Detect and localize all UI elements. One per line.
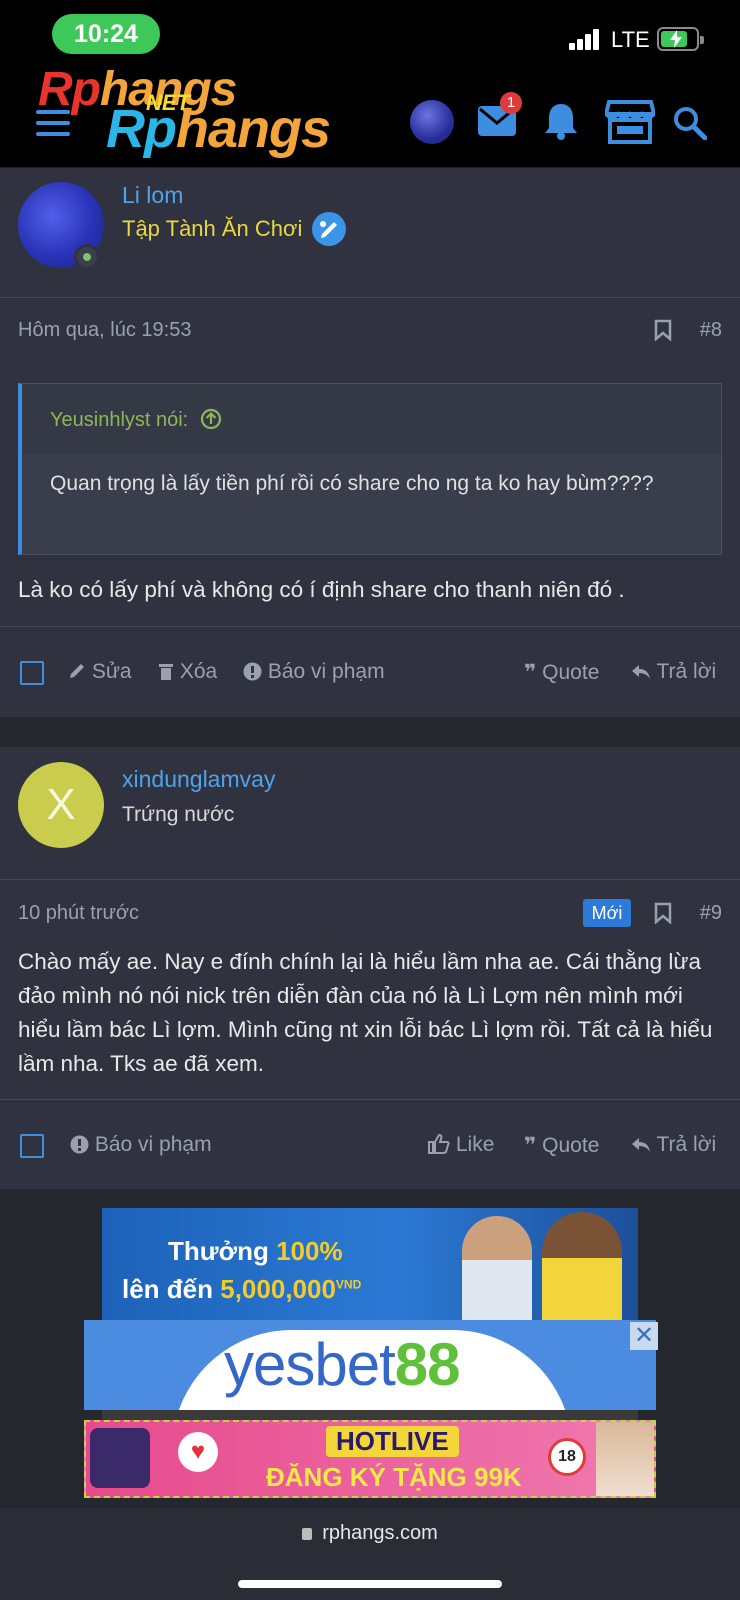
yesbet-banner-ad[interactable]: yesbet88 xyxy=(84,1320,656,1410)
post-separator xyxy=(0,717,740,747)
author-avatar[interactable]: X xyxy=(18,762,104,848)
quote-icon: ❞ xyxy=(524,661,537,684)
status-time: 10:24 xyxy=(52,14,160,54)
model-image xyxy=(596,1422,654,1496)
url-text: rphangs.com xyxy=(322,1522,438,1544)
reply-icon xyxy=(632,1138,650,1152)
post-author-block: Li lom Tập Tành Ăn Chơi xyxy=(0,168,740,298)
hotlive-logo-icon xyxy=(90,1428,150,1488)
new-badge: Mới xyxy=(583,899,631,927)
site-header: Rphangs Rphangs NET 1 xyxy=(0,63,740,168)
post-body: Chào mấy ae. Nay e đính chính lại là hiể… xyxy=(18,949,713,1076)
store-icon[interactable] xyxy=(605,100,655,144)
quote-button[interactable]: ❞ Quote xyxy=(524,660,599,685)
trash-icon xyxy=(159,664,173,680)
like-button[interactable]: Like xyxy=(428,1133,494,1157)
bell-icon[interactable] xyxy=(544,102,578,140)
select-checkbox[interactable] xyxy=(20,661,44,685)
user-avatar[interactable] xyxy=(410,100,454,144)
url-display[interactable]: rphangs.com xyxy=(0,1522,740,1545)
alert-icon xyxy=(243,662,262,681)
post-timestamp[interactable]: 10 phút trước xyxy=(18,902,139,925)
post-number[interactable]: #9 xyxy=(700,902,722,925)
quote-author[interactable]: Yeusinhlyst nói: xyxy=(50,408,222,432)
search-icon[interactable] xyxy=(673,106,707,140)
browser-address-bar[interactable]: rphangs.com xyxy=(0,1508,740,1600)
heart-icon: ♥ xyxy=(178,1432,218,1472)
notification-badge: 1 xyxy=(500,92,522,114)
alert-icon xyxy=(70,1135,89,1154)
online-status-icon xyxy=(74,244,100,270)
author-username[interactable]: xindunglamvay xyxy=(122,766,275,793)
report-button[interactable]: Báo vi phạm xyxy=(70,1133,212,1157)
pencil-icon xyxy=(70,664,84,678)
signal-icon xyxy=(569,28,601,50)
lock-icon xyxy=(302,1528,313,1540)
yesbet-logo: yesbet88 xyxy=(224,1331,461,1398)
thumbs-up-icon xyxy=(428,1133,450,1154)
promo-banner-ad[interactable]: Thưởng 100% lên đến 5,000,000VND xyxy=(102,1208,638,1320)
edit-button[interactable]: Sửa xyxy=(68,660,132,684)
player-image xyxy=(462,1216,532,1320)
player-image xyxy=(542,1212,622,1320)
post-number[interactable]: #8 xyxy=(700,319,722,342)
divider xyxy=(0,879,740,880)
hotlive-banner-ad[interactable]: ♥ HOTLIVE ĐĂNG KÝ TẶNG 99K 18 xyxy=(84,1420,656,1498)
author-title: Tập Tành Ăn Chơi xyxy=(122,216,303,241)
ad-strip xyxy=(102,1410,638,1420)
quote-text: Quan trọng là lấy tiền phí rồi có share … xyxy=(22,454,721,554)
quote-block: Yeusinhlyst nói: Quan trọng là lấy tiền … xyxy=(18,383,722,555)
arrow-up-circle-icon[interactable] xyxy=(200,408,222,430)
close-icon[interactable]: ✕ xyxy=(630,1322,658,1350)
reply-button[interactable]: Trả lời xyxy=(631,660,716,684)
author-username[interactable]: Li lom xyxy=(122,182,183,209)
quote-button[interactable]: ❞ Quote xyxy=(524,1133,599,1158)
select-checkbox[interactable] xyxy=(20,1134,44,1158)
verified-icon xyxy=(312,212,346,246)
post-timestamp[interactable]: Hôm qua, lúc 19:53 xyxy=(18,319,191,342)
delete-button[interactable]: Xóa xyxy=(158,660,217,684)
bookmark-icon[interactable] xyxy=(654,319,672,341)
divider xyxy=(0,1099,740,1100)
site-logo[interactable]: Rphangs Rphangs NET xyxy=(38,62,368,170)
age-18-icon: 18 xyxy=(548,1438,586,1476)
network-label: LTE xyxy=(611,27,650,52)
battery-icon xyxy=(657,27,704,51)
post-body: Là ko có lấy phí và không có í định shar… xyxy=(18,577,625,602)
reply-button[interactable]: Trả lời xyxy=(631,1133,716,1157)
divider xyxy=(0,626,740,627)
reply-icon xyxy=(632,665,650,679)
quote-icon: ❞ xyxy=(524,1134,537,1157)
author-title: Trứng nước xyxy=(122,803,235,826)
home-indicator[interactable] xyxy=(238,1580,502,1588)
bookmark-icon[interactable] xyxy=(654,902,672,924)
report-button[interactable]: Báo vi phạm xyxy=(243,660,385,684)
